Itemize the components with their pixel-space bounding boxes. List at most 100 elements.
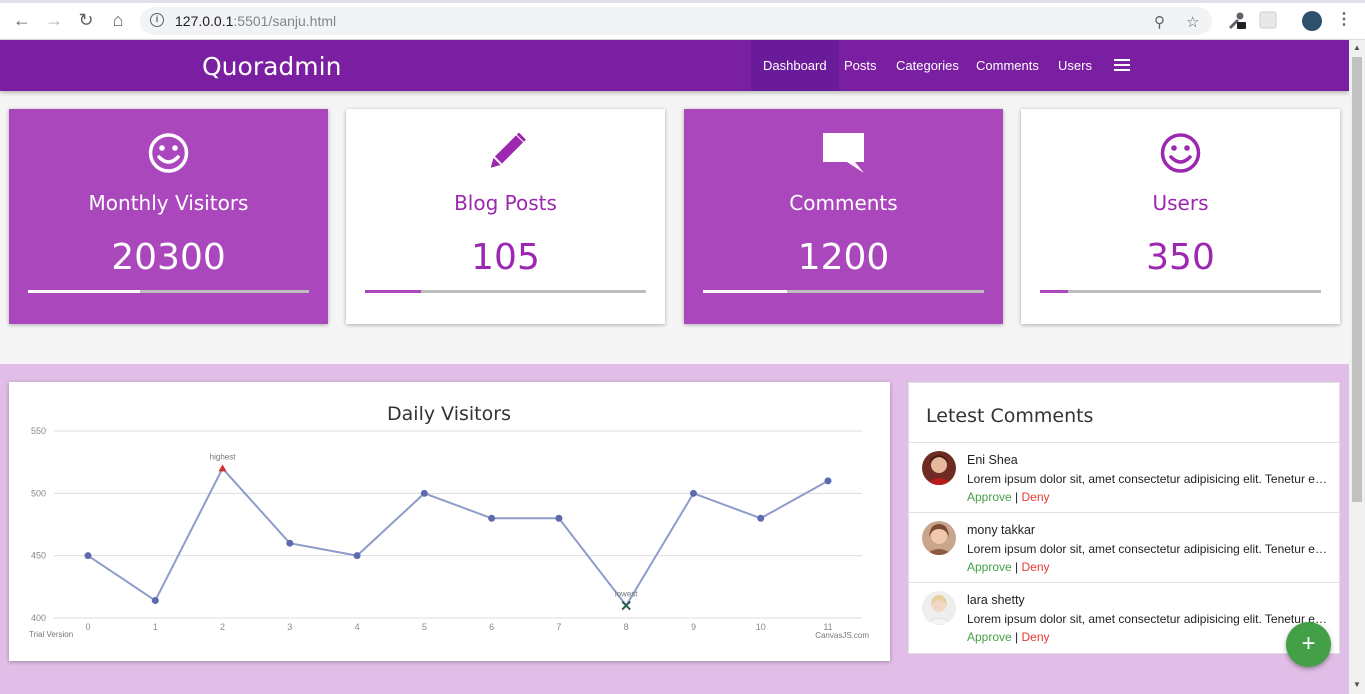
chart-grid <box>54 430 862 619</box>
chart-x-tick-label: 9 <box>691 622 696 632</box>
chart-trial-label: Trial Version <box>29 630 73 639</box>
chart-point <box>824 477 832 485</box>
comment-actions: Approve | Deny <box>967 560 1050 574</box>
stat-progress-bar <box>28 290 309 293</box>
approve-link[interactable]: Approve <box>967 490 1012 504</box>
chart-point-lowest <box>621 600 631 611</box>
browser-toolbar: ← → ↻ ⌂ i 127.0.0.1:5501/sanju.html ⚲ ☆ … <box>0 0 1365 40</box>
chart-series-line <box>87 466 829 608</box>
chart-x-tick-label: 1 <box>153 622 158 632</box>
deny-link[interactable]: Deny <box>1022 560 1050 574</box>
bookmark-star-icon[interactable]: ☆ <box>1186 13 1199 31</box>
chart-point <box>420 489 428 497</box>
stat-card-monthly-visitors: Monthly Visitors 20300 <box>9 109 328 324</box>
app-navbar: Quoradmin Dashboard Posts Categories Com… <box>0 40 1349 91</box>
chart-x-axis: 0 1 2 3 4 5 6 7 8 9 10 11 <box>85 622 832 632</box>
stat-card-users: Users 350 <box>1021 109 1340 324</box>
action-separator: | <box>1015 560 1019 574</box>
avatar <box>922 591 956 625</box>
avatar <box>922 451 956 485</box>
comment-text: Lorem ipsum dolor sit, amet consectetur … <box>967 612 1327 626</box>
chart-y-axis: 400 450 500 550 <box>31 426 46 623</box>
address-url[interactable]: 127.0.0.1:5501/sanju.html <box>175 13 336 29</box>
hamburger-menu-icon[interactable] <box>1114 59 1130 71</box>
stat-value: 105 <box>471 237 540 278</box>
chart-x-tick-label: 3 <box>287 622 292 632</box>
chart-point <box>151 597 159 605</box>
stat-progress-fill <box>1040 290 1069 293</box>
comment-author: lara shetty <box>967 593 1025 607</box>
stat-progress-bar <box>1040 290 1321 293</box>
daily-visitors-chart-card: Daily Visitors 400 450 500 550 0 1 2 3 4 5 6 7 8 9 10… <box>9 382 890 661</box>
extension-icon[interactable] <box>1258 10 1278 30</box>
chart-credit-link[interactable]: CanvasJS.com <box>815 631 869 640</box>
eyedropper-extension-icon[interactable] <box>1226 10 1246 30</box>
latest-comments-panel: Letest Comments Eni Shea Lorem ipsum dol… <box>908 382 1340 654</box>
chart-y-tick-label: 500 <box>31 488 46 498</box>
stat-card-comments: Comments 1200 <box>684 109 1003 324</box>
stat-value: 20300 <box>111 237 226 278</box>
action-separator: | <box>1015 630 1019 644</box>
forward-icon[interactable]: → <box>42 8 66 32</box>
chart-x-tick-label: 7 <box>556 622 561 632</box>
scroll-up-icon[interactable]: ▲ <box>1353 43 1361 52</box>
stat-label: Users <box>1152 191 1209 215</box>
stat-progress-fill <box>28 290 141 293</box>
approve-link[interactable]: Approve <box>967 630 1012 644</box>
stat-label: Comments <box>789 191 898 215</box>
reload-icon[interactable]: ↻ <box>74 8 98 32</box>
chart-x-tick-label: 4 <box>355 622 360 632</box>
zoom-icon[interactable]: ⚲ <box>1154 13 1165 31</box>
action-separator: | <box>1015 490 1019 504</box>
site-info-icon[interactable]: i <box>150 13 164 27</box>
chart-x-tick-label: 5 <box>422 622 427 632</box>
chart-annotation-label: lowest <box>615 590 638 599</box>
nav-posts[interactable]: Posts <box>832 40 889 91</box>
comment-author: mony takkar <box>967 523 1036 537</box>
comment-actions: Approve | Deny <box>967 490 1050 504</box>
deny-link[interactable]: Deny <box>1022 490 1050 504</box>
profile-avatar[interactable] <box>1302 11 1322 31</box>
chart-point <box>286 539 294 547</box>
comment-author: Eni Shea <box>967 453 1018 467</box>
stat-progress-bar <box>703 290 984 293</box>
chart-y-tick-label: 450 <box>31 551 46 561</box>
address-bar[interactable]: i 127.0.0.1:5501/sanju.html ⚲ ☆ <box>140 7 1212 35</box>
stat-value: 350 <box>1146 237 1215 278</box>
stat-progress-fill <box>703 290 788 293</box>
chart-y-tick-label: 550 <box>31 426 46 436</box>
back-icon[interactable]: ← <box>10 8 34 32</box>
home-icon[interactable]: ⌂ <box>106 8 130 32</box>
comment-text: Lorem ipsum dolor sit, amet consectetur … <box>967 542 1327 556</box>
chart-x-tick-label: 10 <box>756 622 766 632</box>
add-fab-button[interactable]: + <box>1286 622 1331 667</box>
brand-logo[interactable]: Quoradmin <box>202 52 341 81</box>
smiley-icon <box>148 133 189 173</box>
nav-users[interactable]: Users <box>1046 40 1104 91</box>
nav-categories[interactable]: Categories <box>884 40 971 91</box>
chart-x-tick-label: 8 <box>624 622 629 632</box>
chart-x-tick-label: 6 <box>489 622 494 632</box>
comment-item: mony takkar Lorem ipsum dolor sit, amet … <box>909 513 1339 583</box>
page-scrollbar[interactable]: ▲ ▼ <box>1349 40 1365 694</box>
chart-point <box>353 552 361 560</box>
stat-value: 1200 <box>797 237 890 278</box>
chart-x-tick-label: 0 <box>85 622 90 632</box>
scroll-down-icon[interactable]: ▼ <box>1353 680 1361 689</box>
scrollbar-thumb[interactable] <box>1352 57 1362 502</box>
stat-progress-fill <box>365 290 422 293</box>
pencil-icon <box>490 132 526 168</box>
comment-icon <box>823 133 864 173</box>
approve-link[interactable]: Approve <box>967 560 1012 574</box>
deny-link[interactable]: Deny <box>1022 630 1050 644</box>
nav-comments[interactable]: Comments <box>964 40 1051 91</box>
tab-strip <box>0 0 1365 3</box>
chart-annotation-label: highest <box>210 452 237 461</box>
chart-point <box>757 514 765 522</box>
stat-progress-bar <box>365 290 646 293</box>
chart-x-tick-label: 2 <box>220 622 225 632</box>
url-host: 127.0.0.1 <box>175 13 234 29</box>
browser-menu-icon[interactable]: ⋮ <box>1336 9 1352 29</box>
stat-label: Blog Posts <box>454 191 557 215</box>
nav-dashboard[interactable]: Dashboard <box>751 40 839 91</box>
